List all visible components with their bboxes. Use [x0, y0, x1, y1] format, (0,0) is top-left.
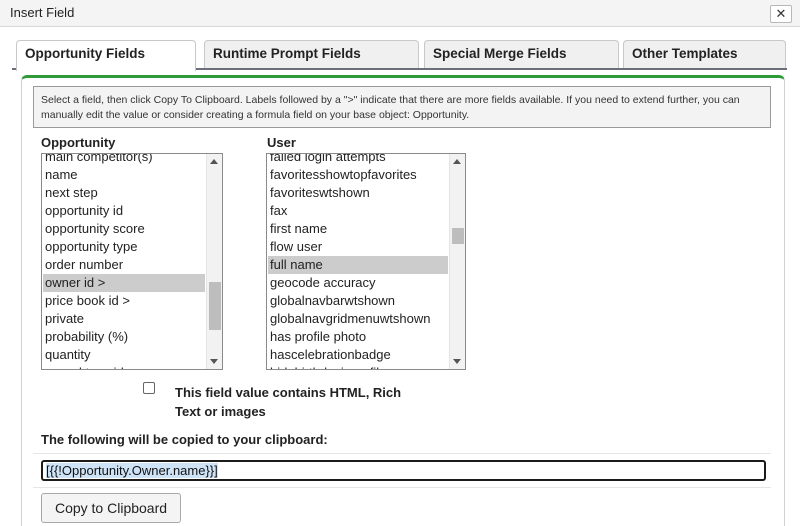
copy-to-clipboard-button[interactable]: Copy to Clipboard — [41, 493, 181, 523]
scroll-thumb[interactable] — [209, 282, 221, 330]
close-icon[interactable]: ✕ — [770, 5, 792, 23]
tab-runtime-prompt-fields[interactable]: Runtime Prompt Fields — [204, 40, 419, 68]
list-item[interactable]: quantity — [43, 346, 205, 364]
list-item[interactable]: first name — [268, 220, 448, 238]
list-item[interactable]: main competitor(s) — [43, 154, 205, 166]
list-item[interactable]: flow user — [268, 238, 448, 256]
list-item[interactable]: opportunity type — [43, 238, 205, 256]
opportunity-list-label: Opportunity — [41, 135, 116, 150]
list-item[interactable]: failed login attempts — [268, 154, 448, 166]
list-item[interactable]: full name — [268, 256, 448, 274]
tab-opportunity-fields[interactable]: Opportunity Fields — [16, 40, 196, 71]
list-item[interactable]: owner id > — [43, 274, 205, 292]
merge-field-value: [{{!Opportunity.Owner.name}}] — [46, 463, 218, 478]
list-item[interactable]: globalnavbarwtshown — [268, 292, 448, 310]
opportunity-list-scrollbar[interactable] — [206, 154, 222, 369]
list-item[interactable]: record type id — [43, 364, 205, 369]
dialog-title: Insert Field — [10, 5, 75, 20]
list-item[interactable]: private — [43, 310, 205, 328]
divider — [33, 487, 771, 488]
list-item[interactable]: name — [43, 166, 205, 184]
list-item[interactable]: price book id > — [43, 292, 205, 310]
html-content-checkbox-label: This field value contains HTML, Rich Tex… — [175, 385, 402, 419]
scroll-down-icon[interactable] — [453, 359, 461, 364]
instructions-box: Select a field, then click Copy To Clipb… — [33, 86, 771, 128]
clipboard-label: The following will be copied to your cli… — [41, 432, 328, 447]
divider — [33, 453, 771, 454]
list-item[interactable]: next step — [43, 184, 205, 202]
list-item[interactable]: hascelebrationbadge — [268, 346, 448, 364]
list-item[interactable]: opportunity id — [43, 202, 205, 220]
list-item[interactable]: hidebirthdayinprofile — [268, 364, 448, 369]
opportunity-field-list[interactable]: main competitor(s) name next step opportuni… — [41, 153, 223, 370]
list-item[interactable]: favoriteswtshown — [268, 184, 448, 202]
scroll-up-icon[interactable] — [210, 159, 218, 164]
scroll-down-icon[interactable] — [210, 359, 218, 364]
user-list-scrollbar[interactable] — [449, 154, 465, 369]
scroll-thumb[interactable] — [452, 228, 464, 244]
list-item[interactable]: order number — [43, 256, 205, 274]
user-list-label: User — [267, 135, 296, 150]
tab-other-templates[interactable]: Other Templates — [623, 40, 786, 68]
user-field-list[interactable]: failed login attempts favoritesshowtopfav… — [266, 153, 466, 370]
list-item[interactable]: opportunity score — [43, 220, 205, 238]
list-item[interactable]: probability (%) — [43, 328, 205, 346]
list-item[interactable]: fax — [268, 202, 448, 220]
scroll-up-icon[interactable] — [453, 159, 461, 164]
dialog-titlebar: Insert Field ✕ — [0, 0, 800, 27]
list-item[interactable]: globalnavgridmenuwtshown — [268, 310, 448, 328]
list-item[interactable]: geocode accuracy — [268, 274, 448, 292]
html-content-checkbox[interactable] — [143, 382, 155, 394]
tab-special-merge-fields[interactable]: Special Merge Fields — [424, 40, 619, 68]
merge-field-input[interactable]: [{{!Opportunity.Owner.name}}] — [41, 460, 766, 481]
list-item[interactable]: favoritesshowtopfavorites — [268, 166, 448, 184]
list-item[interactable]: has profile photo — [268, 328, 448, 346]
